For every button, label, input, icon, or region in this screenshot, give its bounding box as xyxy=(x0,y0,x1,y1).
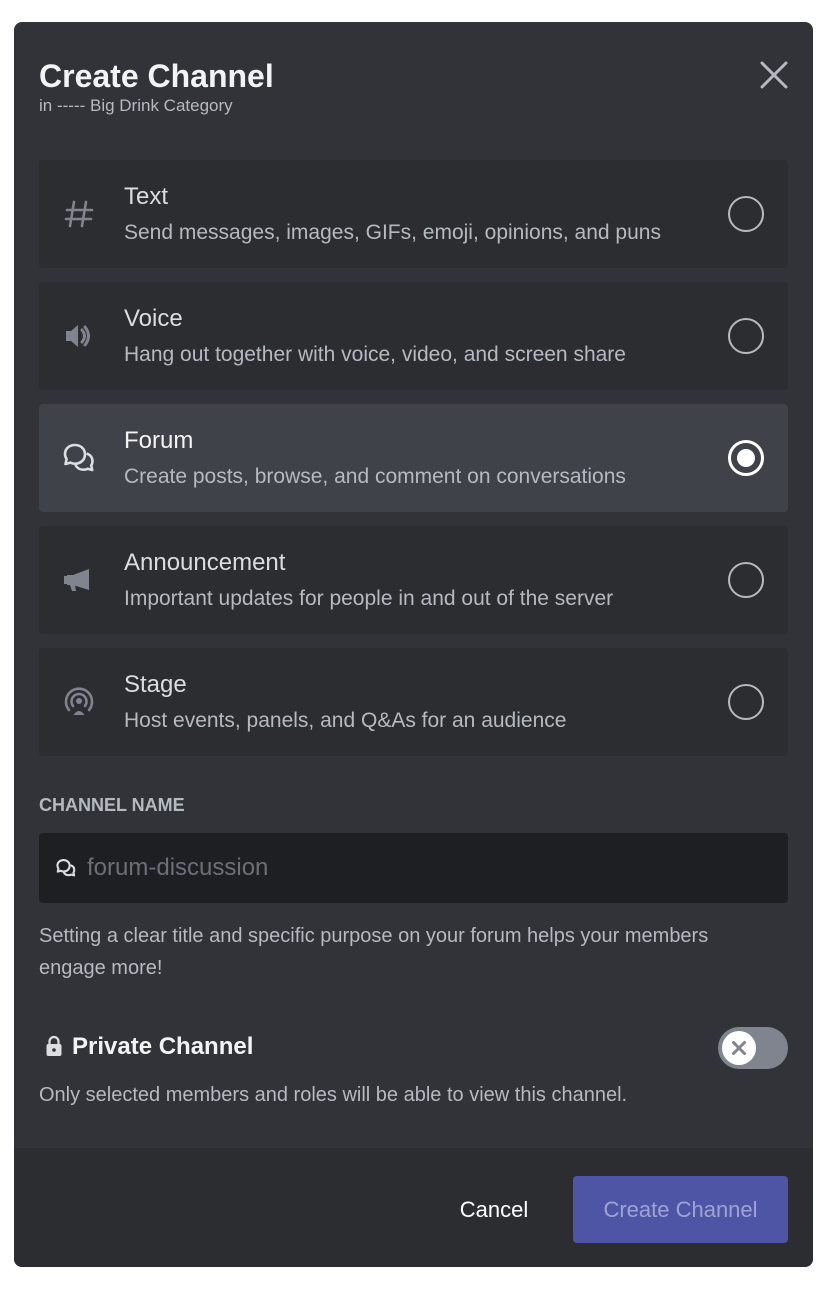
x-icon xyxy=(732,1041,746,1055)
forum-icon xyxy=(63,443,94,472)
channel-name-field[interactable] xyxy=(39,833,788,903)
channel-type-name: Stage xyxy=(124,671,187,698)
private-channel-toggle[interactable] xyxy=(718,1027,788,1069)
hash-icon xyxy=(64,200,94,228)
channel-type-voice[interactable]: Voice Hang out together with voice, vide… xyxy=(39,282,788,390)
speaker-icon xyxy=(66,325,90,347)
create-channel-modal: Create Channel in ----- Big Drink Catego… xyxy=(14,22,813,1267)
channel-type-description: Important updates for people in and out … xyxy=(124,587,614,610)
radio-button[interactable] xyxy=(728,318,764,354)
private-channel-label: Private Channel xyxy=(72,1033,254,1060)
channel-type-forum[interactable]: Forum Create posts, browse, and comment … xyxy=(39,404,788,512)
modal-header: Create Channel in ----- Big Drink Catego… xyxy=(39,56,274,116)
stage-icon xyxy=(64,687,94,715)
channel-name-label: CHANNEL NAME xyxy=(39,795,185,815)
modal-subtitle: in ----- Big Drink Category xyxy=(39,96,233,115)
close-button[interactable] xyxy=(757,58,791,92)
channel-type-description: Hang out together with voice, video, and… xyxy=(124,343,626,366)
modal-title: Create Channel xyxy=(39,58,274,94)
radio-button-selected[interactable] xyxy=(728,440,764,476)
channel-type-name: Text xyxy=(124,183,169,210)
modal-footer: Cancel Create Channel xyxy=(14,1148,813,1267)
channel-type-list: Text Send messages, images, GIFs, emoji,… xyxy=(39,160,788,770)
channel-type-stage[interactable]: Stage Host events, panels, and Q&As for … xyxy=(39,648,788,756)
megaphone-icon xyxy=(64,569,89,591)
channel-type-name: Announcement xyxy=(124,549,286,576)
private-channel-description: Only selected members and roles will be … xyxy=(39,1084,628,1106)
channel-name-helper: Setting a clear title and specific purpo… xyxy=(39,925,709,979)
channel-name-input[interactable] xyxy=(87,833,777,903)
cancel-button[interactable]: Cancel xyxy=(429,1176,559,1243)
channel-type-name: Forum xyxy=(124,427,194,454)
channel-type-name: Voice xyxy=(124,305,183,332)
toggle-knob xyxy=(722,1031,756,1065)
forum-icon xyxy=(56,859,76,877)
channel-type-description: Create posts, browse, and comment on con… xyxy=(124,465,626,488)
radio-button[interactable] xyxy=(728,684,764,720)
channel-type-announcement[interactable]: Announcement Important updates for peopl… xyxy=(39,526,788,634)
radio-button[interactable] xyxy=(728,562,764,598)
close-icon xyxy=(760,61,788,89)
create-channel-button[interactable]: Create Channel xyxy=(573,1176,788,1243)
channel-type-description: Host events, panels, and Q&As for an aud… xyxy=(124,709,567,732)
lock-icon xyxy=(46,1035,62,1056)
radio-button[interactable] xyxy=(728,196,764,232)
channel-type-description: Send messages, images, GIFs, emoji, opin… xyxy=(124,221,661,244)
private-channel-row: Private Channel xyxy=(39,1027,788,1069)
channel-type-text[interactable]: Text Send messages, images, GIFs, emoji,… xyxy=(39,160,788,268)
